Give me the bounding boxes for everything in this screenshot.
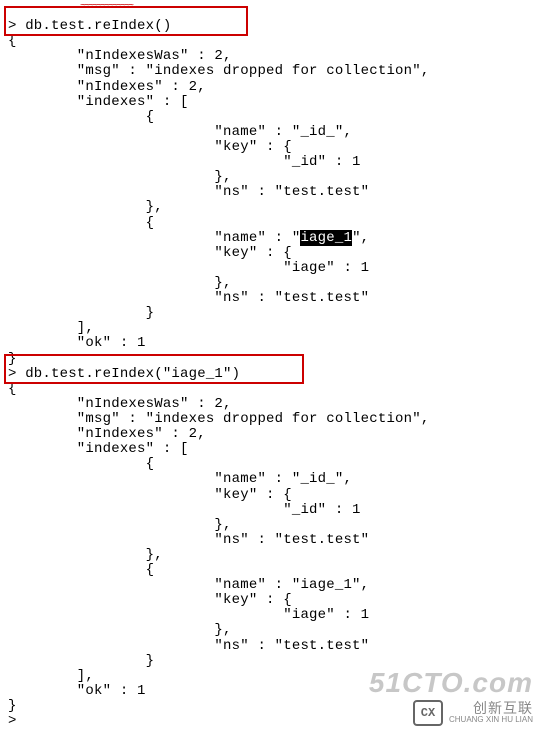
- output-line: {: [8, 381, 17, 397]
- output-line: "key" : {: [8, 139, 292, 155]
- output-line: },: [8, 199, 163, 215]
- output-line: {: [8, 33, 17, 49]
- output-line: "ns" : "test.test": [8, 532, 369, 548]
- output-line: "name" : "iage_1",: [8, 230, 369, 246]
- output-line: ],: [8, 668, 94, 684]
- output-line: ],: [8, 320, 94, 336]
- output-line: "iage" : 1: [8, 607, 369, 623]
- output-line: "_id" : 1: [8, 154, 361, 170]
- output-line: "indexes" : [: [8, 94, 189, 110]
- output-line: {: [8, 215, 154, 231]
- output-line: "ok" : 1: [8, 335, 146, 351]
- output-line: {: [8, 109, 154, 125]
- output-line: },: [8, 275, 232, 291]
- output-line: "msg" : "indexes dropped for collection"…: [8, 63, 429, 79]
- command-line-2: > db.test.reIndex("iage_1"): [8, 366, 240, 382]
- output-line: "_id" : 1: [8, 502, 361, 518]
- output-line: "name" : "_id_",: [8, 471, 352, 487]
- terminal-output: > db.test.reIndex() { "nIndexesWas" : 2,…: [0, 0, 539, 729]
- output-line: {: [8, 562, 154, 578]
- output-line: },: [8, 169, 232, 185]
- watermark-brand: 创新互联 CHUANG XIN HU LIAN: [449, 701, 533, 725]
- terminal-squiggle: ~~~~~~~~~~~~~: [80, 2, 132, 13]
- output-line: },: [8, 517, 232, 533]
- output-line: "ns" : "test.test": [8, 184, 369, 200]
- output-line: {: [8, 456, 154, 472]
- output-line: "indexes" : [: [8, 441, 189, 457]
- output-line: "key" : {: [8, 487, 292, 503]
- output-line: "iage" : 1: [8, 260, 369, 276]
- output-line: "msg" : "indexes dropped for collection"…: [8, 411, 429, 427]
- watermark-logo-icon: CX: [413, 700, 443, 726]
- prompt-line[interactable]: >: [8, 713, 17, 729]
- output-line: "nIndexesWas" : 2,: [8, 48, 232, 64]
- output-line: "ns" : "test.test": [8, 290, 369, 306]
- output-line: },: [8, 547, 163, 563]
- output-line: "name" : "_id_",: [8, 124, 352, 140]
- output-line: }: [8, 653, 154, 669]
- command-line-1: > db.test.reIndex(): [8, 18, 171, 34]
- output-line: },: [8, 622, 232, 638]
- output-line: }: [8, 305, 154, 321]
- output-line: }: [8, 698, 17, 714]
- output-line: "key" : {: [8, 245, 292, 261]
- watermark: 51CTO.com CX 创新互联 CHUANG XIN HU LIAN: [343, 668, 533, 698]
- output-line: }: [8, 351, 17, 367]
- selected-text: iage_1: [300, 230, 352, 246]
- output-line: "key" : {: [8, 592, 292, 608]
- output-line: "name" : "iage_1",: [8, 577, 369, 593]
- watermark-51cto: 51CTO.com: [343, 668, 533, 698]
- output-line: "nIndexesWas" : 2,: [8, 396, 232, 412]
- output-line: "ok" : 1: [8, 683, 146, 699]
- output-line: "nIndexes" : 2,: [8, 426, 206, 442]
- output-line: "ns" : "test.test": [8, 638, 369, 654]
- output-line: "nIndexes" : 2,: [8, 79, 206, 95]
